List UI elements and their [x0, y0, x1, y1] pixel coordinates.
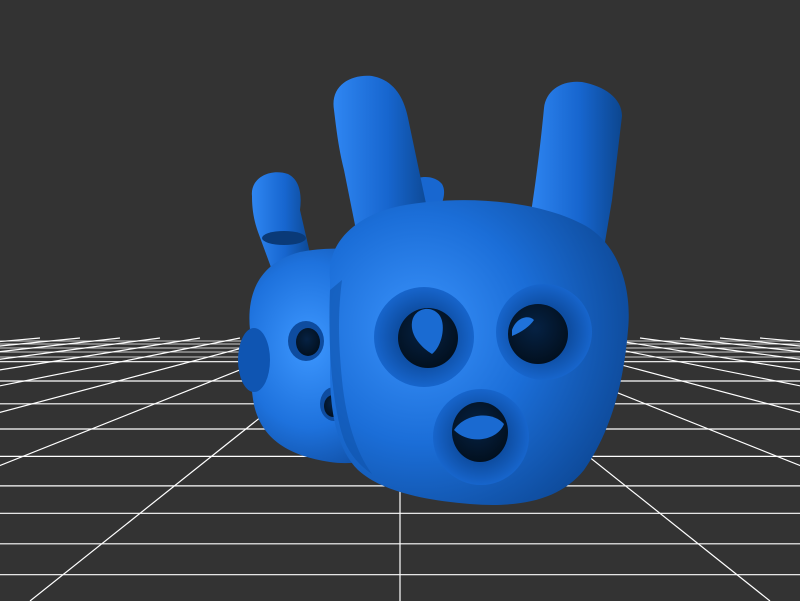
- grid-line: [599, 337, 800, 371]
- grid-line: [679, 337, 800, 353]
- scene-canvas[interactable]: [0, 0, 800, 601]
- grid-line: [0, 337, 121, 353]
- grid-line: [0, 337, 41, 343]
- grid-line: [759, 337, 800, 343]
- front-bunny-figure[interactable]: [329, 75, 629, 505]
- 3d-viewport[interactable]: [0, 0, 800, 601]
- grid-line: [0, 337, 201, 371]
- grid-line: [0, 337, 241, 387]
